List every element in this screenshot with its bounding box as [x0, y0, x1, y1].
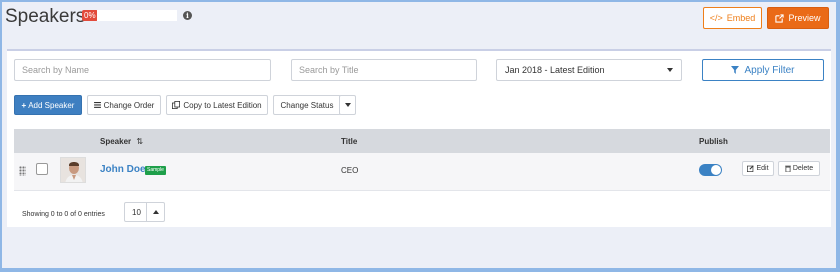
external-link-icon: [775, 13, 785, 23]
page-size-select[interactable]: 10: [124, 202, 165, 222]
plus-icon: +: [21, 100, 27, 110]
page-title: Speakers: [5, 6, 86, 27]
table-header: Speaker ⇅ Title Publish: [14, 129, 830, 153]
sample-badge: Sample: [145, 166, 166, 175]
add-speaker-label: Add Speaker: [28, 100, 75, 110]
column-header-publish: Publish: [699, 137, 728, 146]
search-name-input[interactable]: [14, 59, 271, 81]
change-status-label: Change Status: [280, 100, 334, 110]
speaker-name-link[interactable]: John Doe: [100, 164, 146, 175]
embed-button[interactable]: </> Embed: [703, 7, 762, 29]
publish-toggle[interactable]: [699, 164, 722, 176]
preview-button-label: Preview: [788, 13, 821, 23]
column-header-speaker[interactable]: Speaker ⇅: [100, 137, 143, 146]
info-icon[interactable]: i: [183, 11, 192, 20]
copy-to-latest-button[interactable]: Copy to Latest Edition: [166, 95, 268, 115]
embed-button-label: Embed: [726, 13, 756, 23]
change-status-button[interactable]: Change Status: [273, 95, 341, 115]
code-icon: </>: [709, 13, 723, 23]
preview-button[interactable]: Preview: [767, 7, 829, 29]
add-speaker-button[interactable]: + Add Speaker: [14, 95, 82, 115]
chevron-down-icon: [344, 103, 351, 107]
column-speaker-label: Speaker: [100, 137, 132, 146]
column-header-title: Title: [341, 137, 358, 146]
delete-button[interactable]: Delete: [778, 161, 820, 176]
copy-to-latest-label: Copy to Latest Edition: [183, 100, 262, 110]
row-checkbox[interactable]: [36, 163, 48, 175]
search-title-input[interactable]: [291, 59, 477, 81]
speakers-panel: Jan 2018 - Latest Edition Apply Filter +…: [7, 49, 831, 227]
apply-filter-button[interactable]: Apply Filter: [702, 59, 824, 81]
change-status-dropdown-toggle[interactable]: [339, 95, 356, 115]
copy-icon: [172, 101, 181, 109]
list-icon: [93, 102, 101, 108]
table-row: John Doe Sample CEO Edit Delete: [14, 153, 830, 191]
progress-badge: 0%: [82, 10, 98, 21]
entries-info: Showing 0 to 0 of 0 entries: [22, 211, 105, 218]
trash-icon: [785, 165, 791, 172]
edition-select[interactable]: Jan 2018 - Latest Edition: [496, 59, 682, 81]
change-order-label: Change Order: [103, 100, 155, 110]
chevron-up-icon: [153, 210, 159, 214]
page-size-value: 10: [132, 208, 141, 217]
progress-bar: [97, 10, 177, 21]
drag-handle-icon[interactable]: [19, 166, 26, 176]
edit-button-label: Edit: [756, 165, 769, 172]
speaker-title: CEO: [341, 166, 359, 175]
page-size-toggle[interactable]: [146, 203, 165, 221]
page-header: Speakers 0% i </> Embed Preview: [2, 2, 836, 48]
change-order-button[interactable]: Change Order: [87, 95, 161, 115]
edit-icon: [747, 165, 755, 172]
app-frame: Speakers 0% i </> Embed Preview Jan 2018…: [2, 2, 836, 268]
filter-icon: [731, 66, 740, 74]
sort-icon[interactable]: ⇅: [136, 137, 143, 146]
apply-filter-label: Apply Filter: [744, 64, 795, 76]
delete-button-label: Delete: [792, 165, 814, 172]
chevron-down-icon: [667, 68, 673, 72]
edit-button[interactable]: Edit: [742, 161, 774, 176]
edition-select-value: Jan 2018 - Latest Edition: [505, 65, 605, 75]
avatar: [60, 157, 86, 183]
toggle-knob: [711, 165, 721, 175]
